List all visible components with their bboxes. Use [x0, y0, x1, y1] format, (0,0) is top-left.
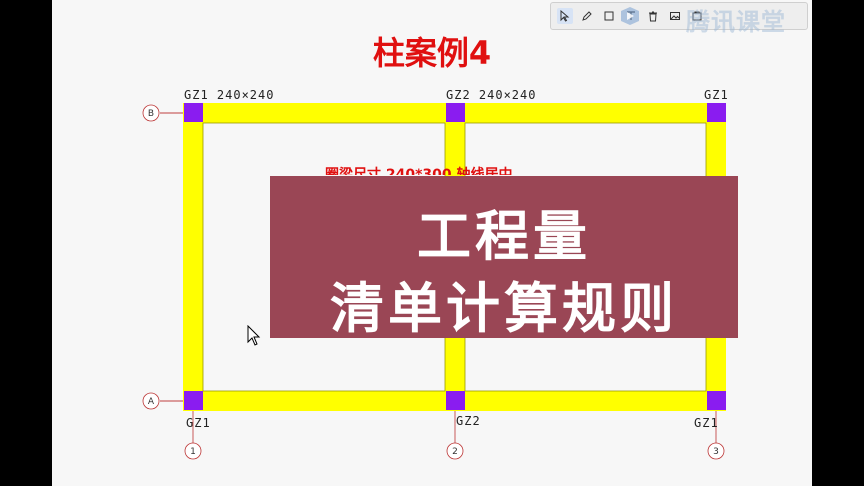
banner-line-1: 工程量 — [417, 205, 591, 268]
image-icon[interactable] — [667, 8, 683, 24]
title-banner: 工程量 清单计算规则 — [270, 176, 738, 340]
column-label-top-mid: GZ2 240×240 — [446, 88, 537, 102]
column-label-bottom-mid: GZ2 — [456, 414, 481, 428]
axis-label-b: B — [148, 109, 154, 119]
column-gz2-bottom-mid — [446, 391, 465, 410]
banner-line-2: 清单计算规则 — [330, 277, 678, 340]
tencent-classroom-logo — [621, 7, 639, 25]
axis-label-a: A — [148, 397, 155, 407]
beam-left — [183, 103, 203, 411]
axis-label-3: 3 — [713, 447, 719, 457]
column-label-top-left: GZ1 240×240 — [184, 88, 275, 102]
axis-label-1: 1 — [190, 447, 196, 457]
axis-label-2: 2 — [452, 447, 458, 457]
watermark-text: 腾讯课堂 — [686, 8, 786, 36]
column-gz1-bottom-left — [184, 391, 203, 410]
column-gz1-top-left — [184, 103, 203, 122]
rectangle-icon[interactable] — [601, 8, 617, 24]
column-gz1-top-right — [707, 103, 726, 122]
delete-icon[interactable] — [645, 8, 661, 24]
mouse-pointer-icon — [247, 325, 261, 346]
column-gz1-bottom-right — [707, 391, 726, 410]
column-label-top-right: GZ1 — [704, 88, 729, 102]
column-gz2-top-mid — [446, 103, 465, 122]
slide-frame: B A 1 2 3 柱案例4 GZ1 240×240 GZ2 240×240 G… — [52, 0, 812, 486]
column-label-bottom-left: GZ1 — [186, 416, 211, 430]
cursor-select-icon[interactable] — [557, 8, 573, 24]
pen-icon[interactable] — [579, 8, 595, 24]
column-label-bottom-right: GZ1 — [694, 416, 719, 430]
